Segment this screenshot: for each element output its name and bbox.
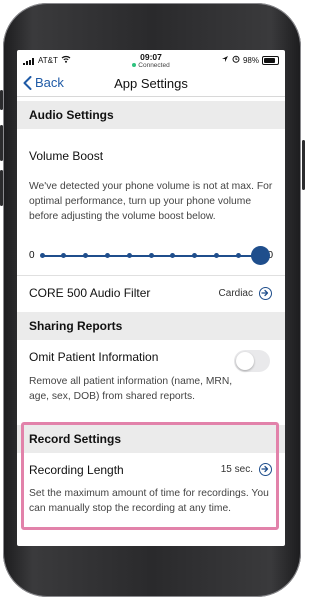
section-header-audio: Audio Settings xyxy=(17,101,285,129)
slider-tick xyxy=(170,253,175,258)
connection-label: Connected xyxy=(138,62,170,69)
slider-tick xyxy=(192,253,197,258)
status-bar: AT&T 09:07 Connected 98% xyxy=(17,50,285,72)
silent-switch xyxy=(0,90,3,110)
power-button xyxy=(302,140,305,190)
slider-tick xyxy=(149,253,154,258)
section-header-sharing: Sharing Reports xyxy=(17,312,285,340)
volume-boost-title: Volume Boost xyxy=(29,149,104,163)
slider-tick xyxy=(83,253,88,258)
volume-up-button xyxy=(0,125,3,161)
omit-patient-description: Remove all patient information (name, MR… xyxy=(29,376,233,402)
omit-patient-toggle[interactable] xyxy=(234,350,270,372)
slider-min-label: 0 xyxy=(29,250,35,261)
arrow-right-icon xyxy=(261,289,269,297)
status-right: 98% xyxy=(221,55,279,65)
location-icon xyxy=(221,55,229,65)
audio-filter-button[interactable] xyxy=(259,287,272,300)
phone-frame: AT&T 09:07 Connected 98% Back App Settin… xyxy=(0,0,305,600)
volume-down-button xyxy=(0,170,3,206)
nav-bar: Back App Settings xyxy=(17,70,285,97)
slider-tick xyxy=(127,253,132,258)
toggle-knob xyxy=(236,352,254,370)
omit-patient-title: Omit Patient Information xyxy=(29,350,159,364)
slider-tick xyxy=(40,253,45,258)
slider-tick xyxy=(105,253,110,258)
connected-dot-icon xyxy=(132,63,137,68)
record-settings-highlight xyxy=(21,422,279,530)
slider-tick xyxy=(61,253,66,258)
battery-icon xyxy=(262,55,279,65)
alarm-icon xyxy=(232,55,240,65)
audio-filter-title: CORE 500 Audio Filter xyxy=(29,286,151,300)
audio-filter-value: Cardiac xyxy=(218,288,253,299)
volume-boost-description: We've detected your phone volume is not … xyxy=(29,181,273,222)
slider-tick xyxy=(236,253,241,258)
volume-boost-slider[interactable] xyxy=(40,246,270,265)
slider-thumb[interactable] xyxy=(250,246,270,265)
divider xyxy=(17,275,285,276)
page-title: App Settings xyxy=(114,76,188,91)
battery-percent: 98% xyxy=(242,55,259,65)
slider-tick xyxy=(214,253,219,258)
